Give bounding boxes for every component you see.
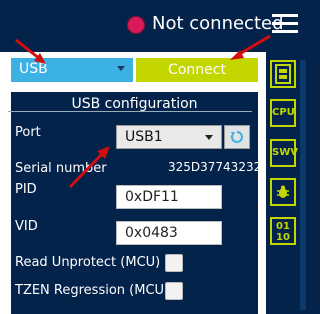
port-select[interactable]: USB1: [116, 125, 222, 149]
bug-icon: [277, 185, 289, 198]
cpu-icon: CPU: [272, 107, 295, 118]
vid-input[interactable]: 0x0483: [116, 221, 222, 245]
status-indicator: [127, 16, 145, 34]
tzen-regression-label: TZEN Regression (MCU): [15, 283, 170, 298]
read-unprotect-label: Read Unprotect (MCU): [15, 255, 161, 270]
swv-icon: SWV: [272, 147, 298, 158]
sidebar-scrollbar[interactable]: [300, 60, 306, 310]
refresh-button[interactable]: [224, 125, 250, 149]
memory-file-icon: [275, 64, 291, 84]
config-title: USB configuration: [71, 96, 198, 112]
pid-input[interactable]: 0xDF11: [116, 185, 222, 209]
chevron-down-icon: [117, 66, 125, 71]
cpu-button[interactable]: CPU: [270, 99, 296, 127]
menu-icon[interactable]: [272, 12, 298, 36]
swv-button[interactable]: SWV: [270, 139, 298, 167]
vid-label: VID: [15, 219, 38, 234]
port-label: Port: [15, 125, 41, 140]
connection-status: Not connected: [152, 13, 284, 34]
title-divider: [8, 111, 252, 112]
debug-button[interactable]: [270, 178, 296, 206]
refresh-icon: [230, 131, 243, 143]
connect-button[interactable]: Connect: [136, 58, 258, 82]
serial-number-value: 325D37743232: [168, 160, 262, 174]
top-bar: Not connected: [0, 0, 310, 52]
binary-icon: 01 10: [276, 221, 290, 243]
memory-file-button[interactable]: [270, 60, 296, 88]
binary-button[interactable]: 01 10: [270, 217, 296, 245]
interface-value: USB: [19, 61, 48, 77]
serial-number-label: Serial number: [15, 161, 107, 176]
pid-label: PID: [15, 182, 37, 197]
read-unprotect-checkbox[interactable]: [165, 254, 183, 272]
chevron-down-icon: [205, 135, 213, 140]
tzen-regression-checkbox[interactable]: [165, 282, 183, 300]
port-value: USB1: [125, 129, 163, 145]
interface-select[interactable]: USB: [11, 58, 133, 82]
